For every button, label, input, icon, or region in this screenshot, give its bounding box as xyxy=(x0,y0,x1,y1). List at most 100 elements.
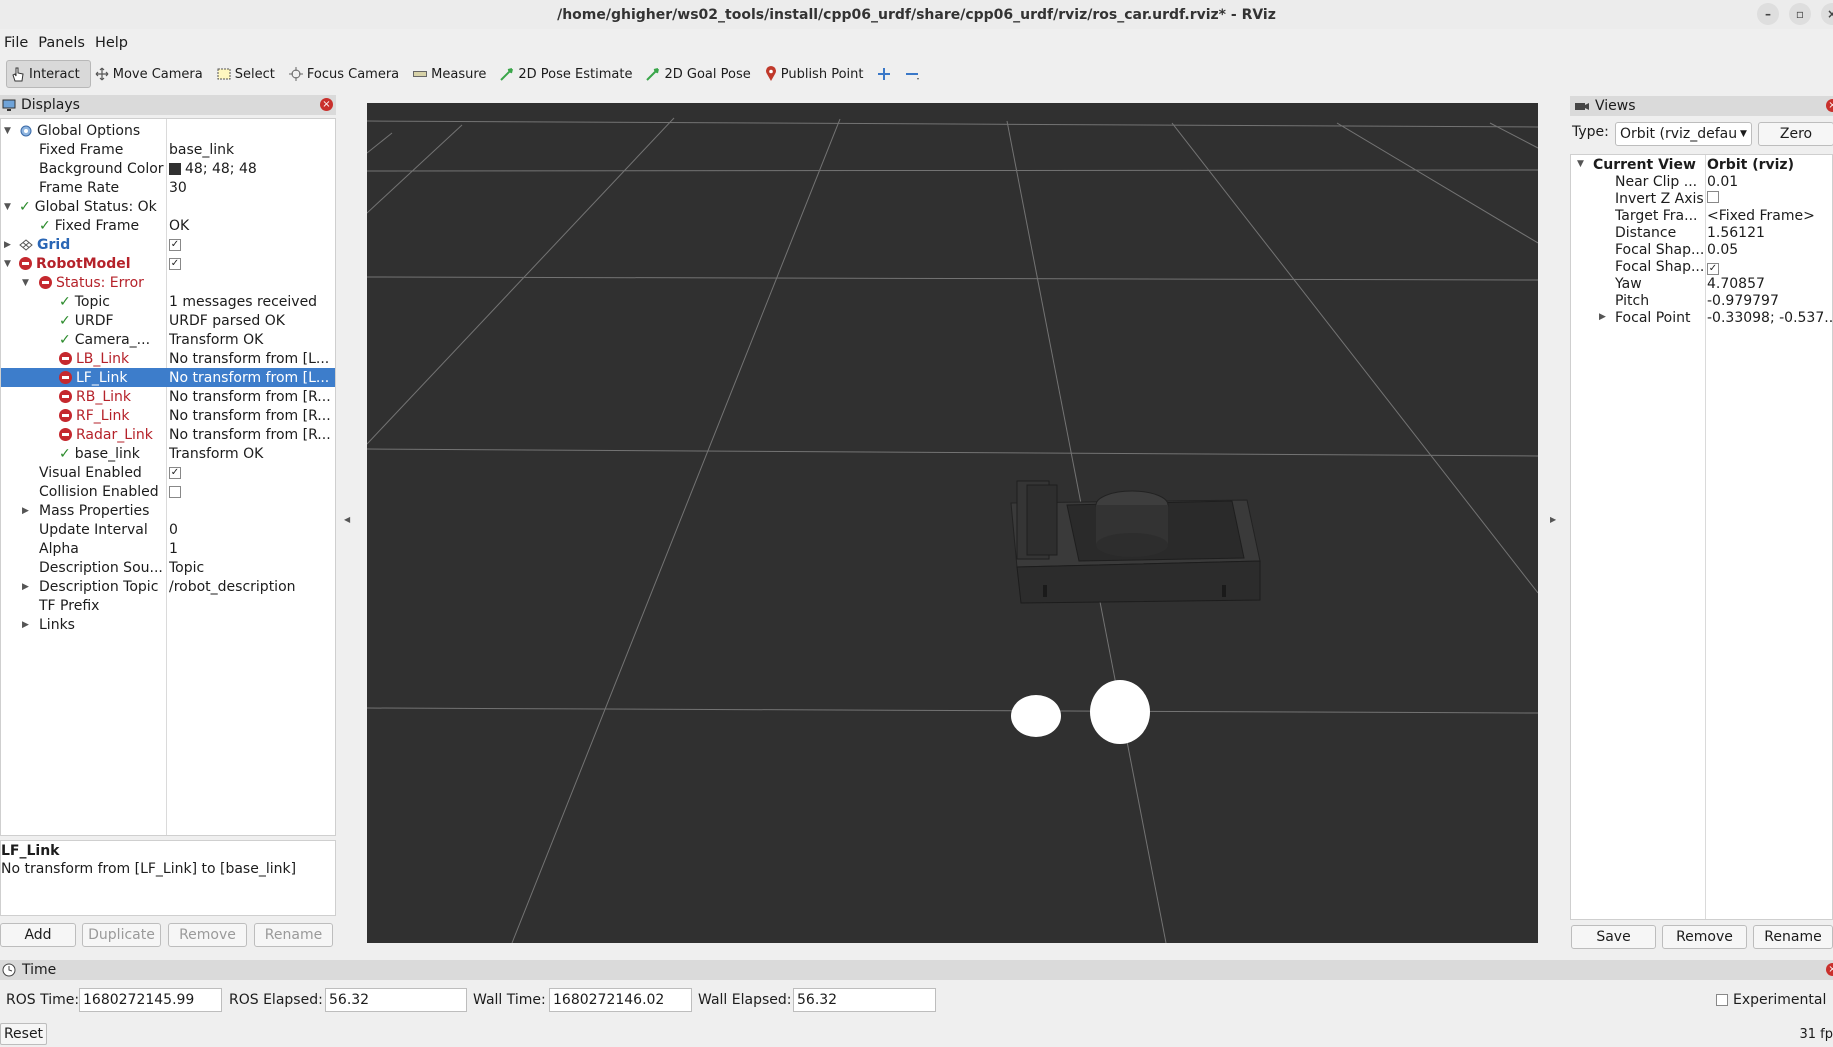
expand-arrow-icon[interactable]: ▼ xyxy=(4,202,11,212)
add-display-button[interactable]: Add xyxy=(0,923,76,947)
remove-display-button[interactable]: Remove xyxy=(168,923,247,947)
tree-row-pitch[interactable]: Pitch -0.979797 xyxy=(1571,293,1833,310)
interact-tool-button[interactable]: Interact xyxy=(6,60,91,88)
close-panel-icon[interactable]: × xyxy=(1826,99,1833,112)
tree-row-status-item[interactable]: ✓ Topic 1 messages received xyxy=(1,292,335,311)
prop-value[interactable]: 0.01 xyxy=(1707,174,1738,190)
tree-row-current-view[interactable]: ▼ Current View Orbit (rviz) xyxy=(1571,157,1833,174)
description-source-value[interactable]: Topic xyxy=(169,560,335,576)
prop-value[interactable]: <Fixed Frame> xyxy=(1707,208,1815,224)
wall-elapsed-field[interactable]: 56.32 xyxy=(793,988,936,1012)
tree-row-description-topic[interactable]: ▶ Description Topic /robot_description xyxy=(1,577,335,596)
goal-pose-tool-button[interactable]: 2D Goal Pose xyxy=(642,60,760,88)
close-window-icon[interactable]: × xyxy=(1821,3,1833,25)
tree-row-status-item[interactable]: RB_Link No transform from [R... xyxy=(1,387,335,406)
prop-value[interactable]: -0.33098; -0.537... xyxy=(1707,310,1833,326)
tree-row-update-interval[interactable]: Update Interval 0 xyxy=(1,520,335,539)
view-type-select[interactable]: Orbit (rviz_defau ▼ xyxy=(1615,122,1752,146)
menu-panels[interactable]: Panels xyxy=(34,35,89,51)
prop-value[interactable]: -0.979797 xyxy=(1707,293,1779,309)
expand-arrow-icon[interactable]: ▼ xyxy=(1577,159,1584,169)
visual-enabled-checkbox[interactable]: ✓ xyxy=(169,466,181,479)
measure-tool-button[interactable]: Measure xyxy=(409,60,496,88)
tree-row-status-item[interactable]: Radar_Link No transform from [R... xyxy=(1,425,335,444)
tree-row-status-item-selected[interactable]: LF_Link No transform from [L... xyxy=(1,368,335,387)
tree-row-invert-z[interactable]: Invert Z Axis xyxy=(1571,191,1833,208)
tree-row-focal-shape-fixed[interactable]: Focal Shap... ✓ xyxy=(1571,259,1833,276)
tree-row-status-item[interactable]: ✓ URDF URDF parsed OK xyxy=(1,311,335,330)
tree-row-near-clip[interactable]: Near Clip ... 0.01 xyxy=(1571,174,1833,191)
tree-row-global-options[interactable]: ▼ Global Options xyxy=(1,121,335,140)
expand-arrow-icon[interactable]: ▼ xyxy=(22,278,29,288)
experimental-checkbox[interactable] xyxy=(1716,994,1728,1006)
tree-row-alpha[interactable]: Alpha 1 xyxy=(1,539,335,558)
tree-row-links[interactable]: ▶ Links xyxy=(1,615,335,634)
update-interval-value[interactable]: 0 xyxy=(169,522,335,538)
tree-row-distance[interactable]: Distance 1.56121 xyxy=(1571,225,1833,242)
publish-point-tool-button[interactable]: Publish Point xyxy=(761,60,874,88)
add-tool-button[interactable] xyxy=(873,60,901,88)
tree-row-frame-rate[interactable]: Frame Rate 30 xyxy=(1,178,335,197)
expand-arrow-icon[interactable]: ▼ xyxy=(4,126,11,136)
tree-row-fixed-frame[interactable]: Fixed Frame base_link xyxy=(1,140,335,159)
left-splitter-handle[interactable]: ◀ xyxy=(344,515,350,524)
frame-rate-value[interactable]: 30 xyxy=(169,180,335,196)
wall-time-field[interactable]: 1680272146.02 xyxy=(549,988,692,1012)
tree-row-background-color[interactable]: Background Color 48; 48; 48 xyxy=(1,159,335,178)
invert-z-checkbox[interactable] xyxy=(1707,191,1719,203)
tree-row-focal-shape-size[interactable]: Focal Shap... 0.05 xyxy=(1571,242,1833,259)
fixed-frame-value[interactable]: base_link xyxy=(169,142,335,158)
tree-row-gs-fixed-frame[interactable]: ✓ Fixed Frame OK xyxy=(1,216,335,235)
displays-tree[interactable]: ▼ Global Options Fixed Frame base_link B… xyxy=(0,118,336,836)
duplicate-display-button[interactable]: Duplicate xyxy=(82,923,161,947)
tree-row-visual-enabled[interactable]: Visual Enabled ✓ xyxy=(1,463,335,482)
focal-shape-checkbox[interactable]: ✓ xyxy=(1707,263,1719,275)
tree-row-status-item[interactable]: RF_Link No transform from [R... xyxy=(1,406,335,425)
tree-row-status-error[interactable]: ▼ Status: Error xyxy=(1,273,335,292)
pose-estimate-tool-button[interactable]: 2D Pose Estimate xyxy=(496,60,642,88)
reset-button[interactable]: Reset xyxy=(0,1023,47,1045)
description-topic-value[interactable]: /robot_description xyxy=(169,579,335,595)
rename-view-button[interactable]: Rename xyxy=(1753,925,1833,949)
remove-view-button[interactable]: Remove xyxy=(1662,925,1747,949)
tree-row-status-item[interactable]: LB_Link No transform from [L... xyxy=(1,349,335,368)
grid-enabled-checkbox[interactable]: ✓ xyxy=(169,238,181,251)
robot-model-enabled-checkbox[interactable]: ✓ xyxy=(169,257,181,270)
expand-arrow-icon[interactable]: ▶ xyxy=(1599,312,1606,322)
menu-file[interactable]: File xyxy=(0,35,32,51)
close-panel-icon[interactable]: × xyxy=(1826,963,1833,976)
tree-row-status-item[interactable]: ✓ Camera_... Transform OK xyxy=(1,330,335,349)
tree-row-yaw[interactable]: Yaw 4.70857 xyxy=(1571,276,1833,293)
rename-display-button[interactable]: Rename xyxy=(254,923,333,947)
tree-row-status-item[interactable]: ✓ base_link Transform OK xyxy=(1,444,335,463)
prop-value[interactable]: 1.56121 xyxy=(1707,225,1765,241)
tree-row-focal-point[interactable]: ▶ Focal Point -0.33098; -0.537... xyxy=(1571,310,1833,327)
tree-row-grid[interactable]: ▶ Grid ✓ xyxy=(1,235,335,254)
maximize-icon[interactable]: ▫ xyxy=(1789,3,1811,25)
tree-row-collision-enabled[interactable]: Collision Enabled xyxy=(1,482,335,501)
remove-tool-button[interactable] xyxy=(901,60,931,88)
expand-arrow-icon[interactable]: ▶ xyxy=(22,582,29,592)
tree-row-description-source[interactable]: Description Sou... Topic xyxy=(1,558,335,577)
zero-view-button[interactable]: Zero xyxy=(1758,122,1833,146)
tree-row-global-status[interactable]: ▼ ✓ Global Status: Ok xyxy=(1,197,335,216)
prop-value[interactable]: 0.05 xyxy=(1707,242,1738,258)
expand-arrow-icon[interactable]: ▼ xyxy=(4,259,11,269)
tree-row-mass-properties[interactable]: ▶ Mass Properties xyxy=(1,501,335,520)
tree-row-tf-prefix[interactable]: TF Prefix xyxy=(1,596,335,615)
ros-elapsed-field[interactable]: 56.32 xyxy=(325,988,467,1012)
right-splitter-handle[interactable]: ▶ xyxy=(1550,515,1556,524)
expand-arrow-icon[interactable]: ▶ xyxy=(22,620,29,630)
save-view-button[interactable]: Save xyxy=(1571,925,1656,949)
close-panel-icon[interactable]: × xyxy=(320,98,333,111)
background-color-value[interactable]: 48; 48; 48 xyxy=(169,161,335,177)
menu-help[interactable]: Help xyxy=(91,35,132,51)
collision-enabled-checkbox[interactable] xyxy=(169,485,181,498)
move-camera-tool-button[interactable]: Move Camera xyxy=(91,60,213,88)
views-tree[interactable]: ▼ Current View Orbit (rviz) Near Clip ..… xyxy=(1570,154,1833,920)
tree-row-robot-model[interactable]: ▼ RobotModel ✓ xyxy=(1,254,335,273)
expand-arrow-icon[interactable]: ▶ xyxy=(4,240,11,250)
3d-render-viewport[interactable] xyxy=(367,103,1538,943)
alpha-value[interactable]: 1 xyxy=(169,541,335,557)
ros-time-field[interactable]: 1680272145.99 xyxy=(79,988,222,1012)
